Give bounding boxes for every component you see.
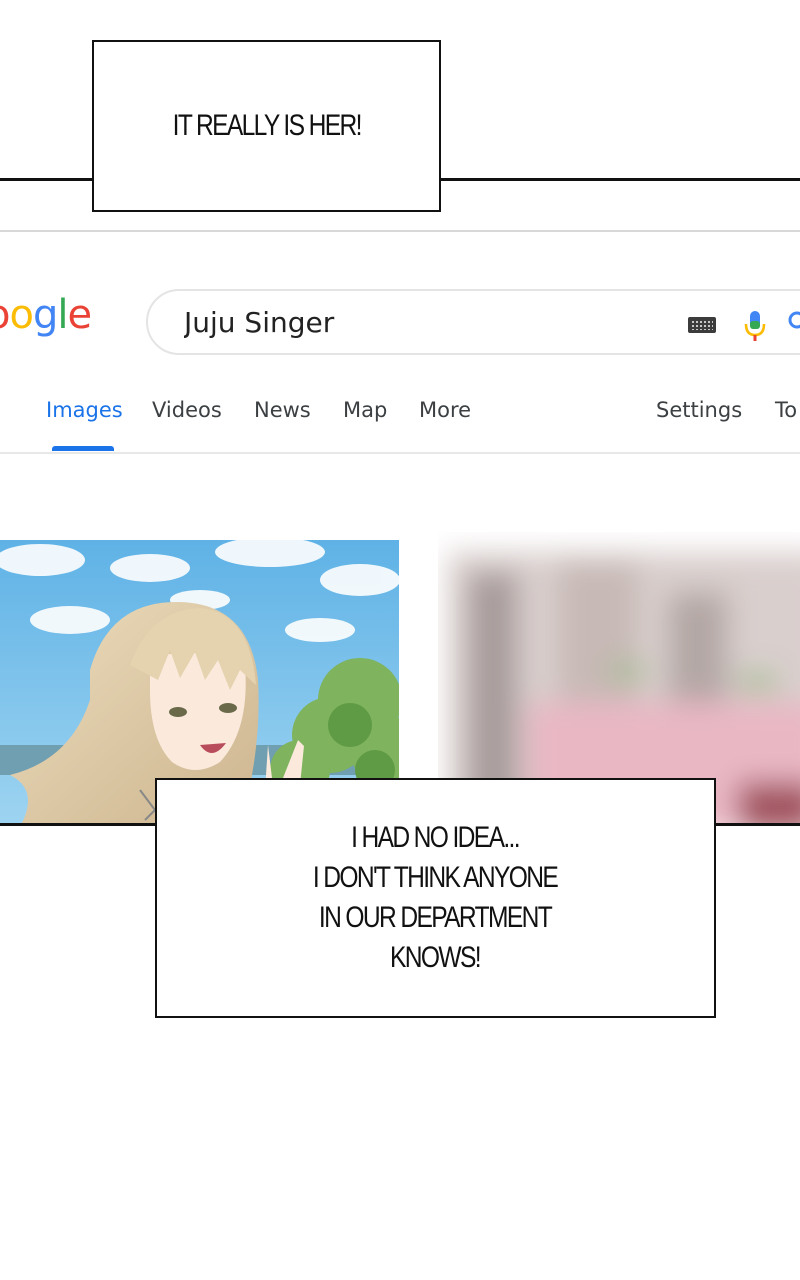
- caption-text-top: IT REALLY IS HER!: [172, 109, 362, 142]
- active-tab-indicator: [52, 446, 114, 451]
- logo-letter-3: g: [32, 292, 58, 338]
- search-tabs: Images Videos News Map More Settings To: [0, 392, 800, 454]
- tab-news[interactable]: News: [254, 398, 311, 422]
- logo-letter-5: e: [67, 292, 92, 338]
- search-input[interactable]: [184, 302, 624, 342]
- logo-letter-4: l: [57, 292, 68, 338]
- tab-map[interactable]: Map: [343, 398, 387, 422]
- tab-more[interactable]: More: [419, 398, 471, 422]
- search-icon[interactable]: [786, 309, 800, 337]
- tab-images[interactable]: Images: [46, 398, 123, 422]
- caption-box-top: IT REALLY IS HER!: [92, 40, 441, 212]
- search-bar[interactable]: [146, 289, 800, 355]
- tab-tools[interactable]: To: [775, 398, 797, 422]
- caption-box-bottom: I HAD NO IDEA... I DON'T THINK ANYONE IN…: [155, 778, 716, 1018]
- logo-letter-2: o: [9, 292, 34, 338]
- caption-text-bottom: I HAD NO IDEA... I DON'T THINK ANYONE IN…: [313, 821, 559, 974]
- google-logo: Google: [0, 292, 92, 338]
- keyboard-icon[interactable]: [688, 317, 716, 333]
- comic-page: IT REALLY IS HER! Google Images Videos N…: [0, 0, 800, 1280]
- browser-screen: Google Images Videos News Map More Setti…: [0, 230, 800, 825]
- tab-videos[interactable]: Videos: [152, 398, 222, 422]
- tab-settings[interactable]: Settings: [656, 398, 742, 422]
- mic-icon[interactable]: [742, 309, 768, 343]
